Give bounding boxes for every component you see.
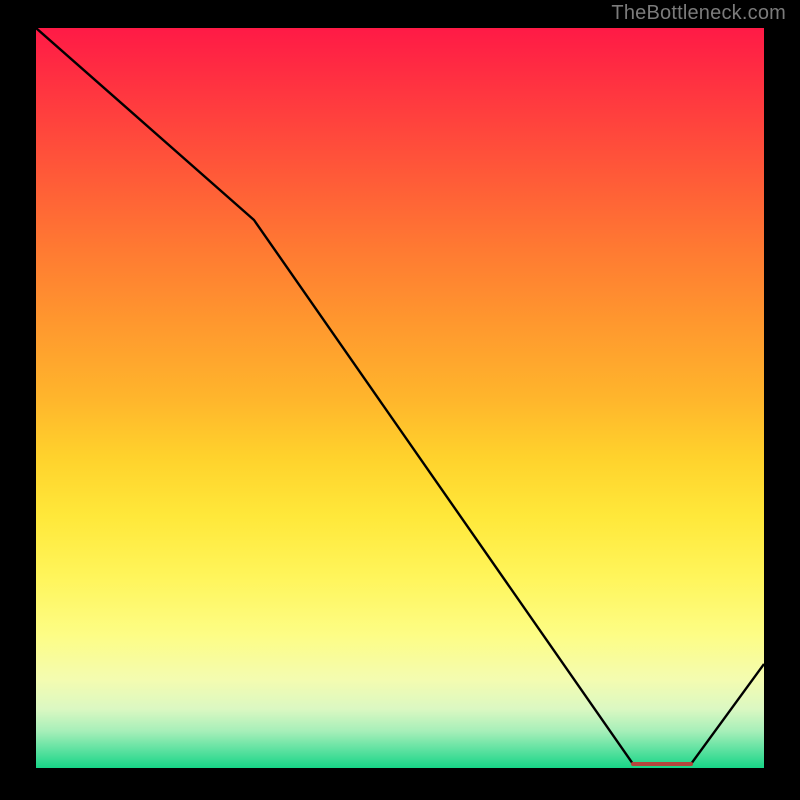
line-overlay [36, 28, 764, 768]
chart-frame: TheBottleneck.com [0, 0, 800, 800]
data-curve [36, 28, 764, 764]
attribution-label: TheBottleneck.com [611, 2, 786, 25]
plot-area [36, 28, 764, 768]
